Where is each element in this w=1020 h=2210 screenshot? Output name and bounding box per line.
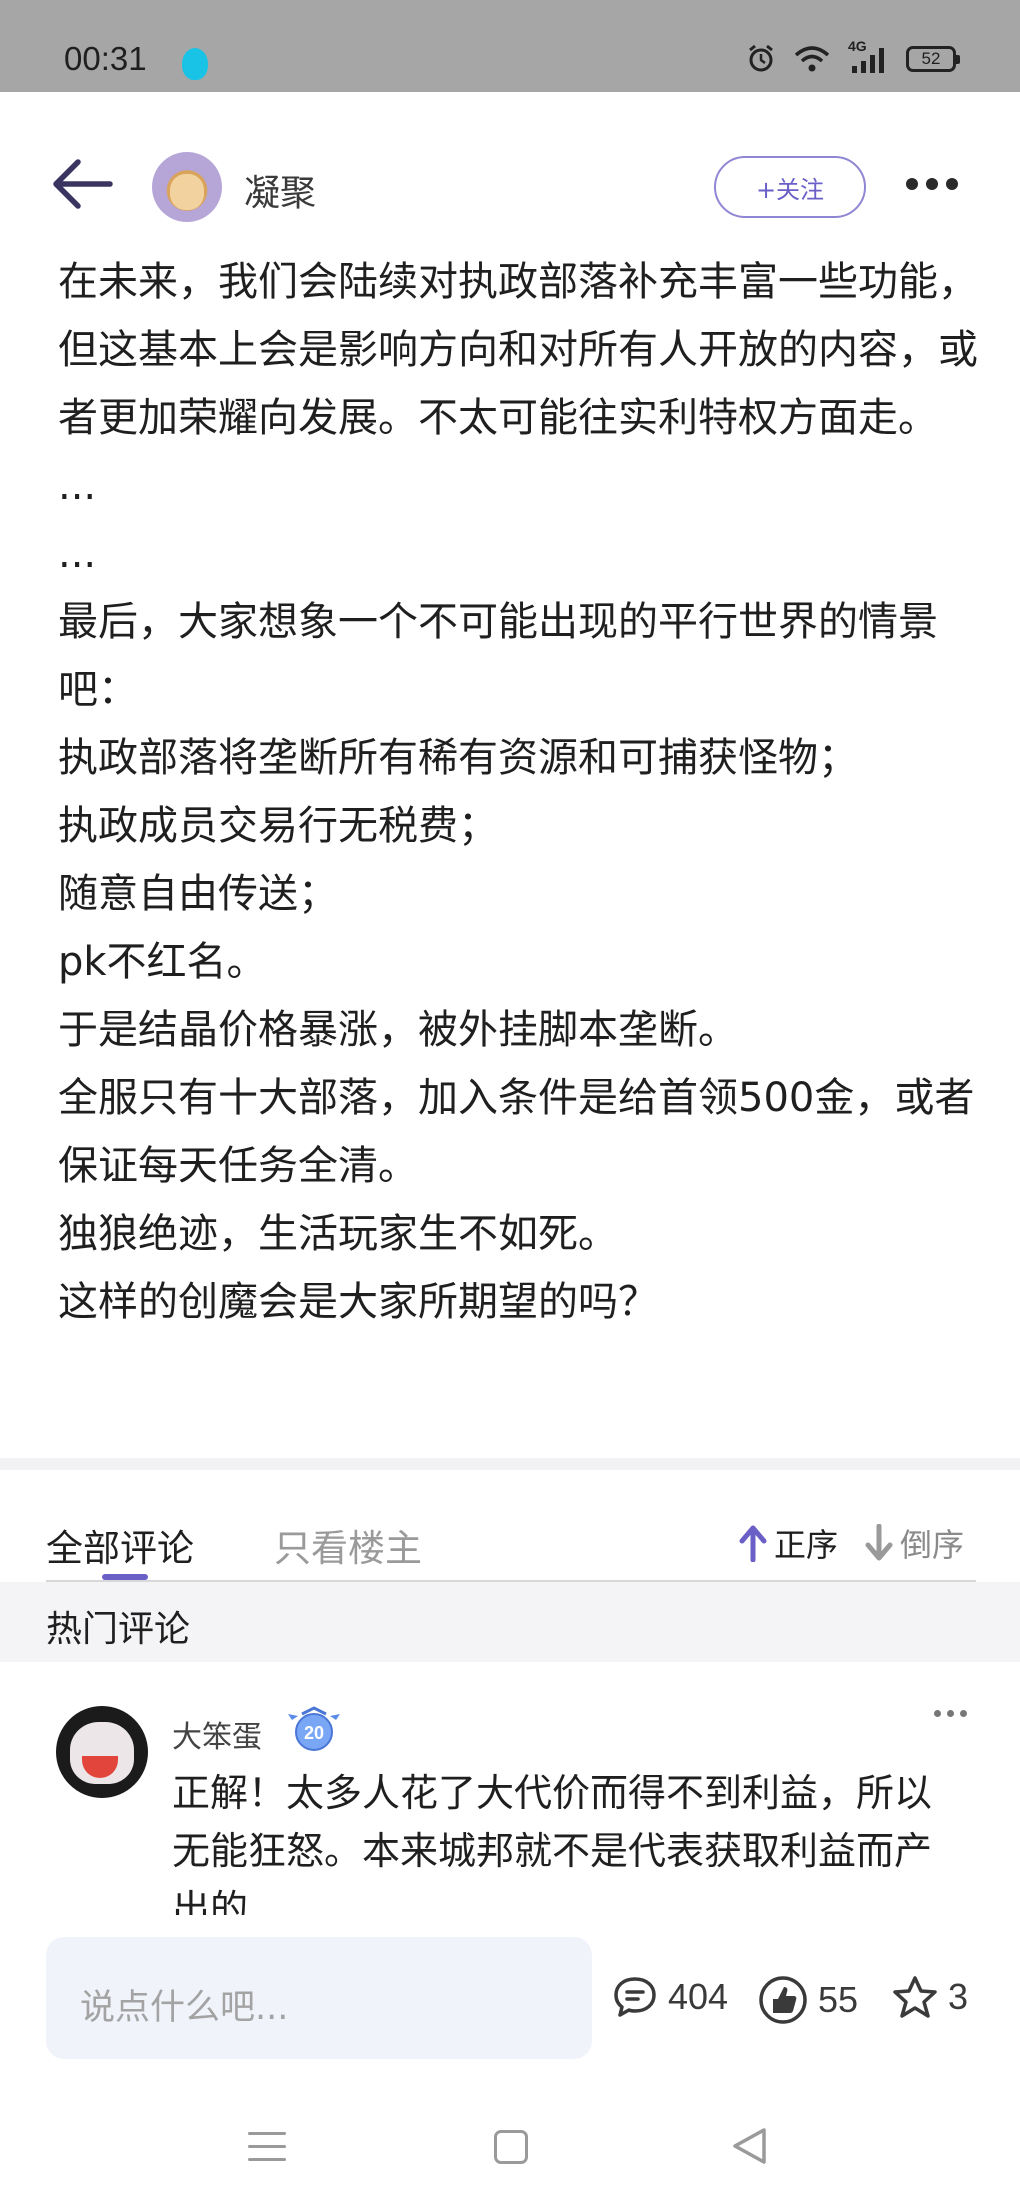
- status-icons: 4G 52: [746, 38, 960, 74]
- comment-input[interactable]: 说点什么吧...: [46, 1937, 592, 2059]
- post-paragraph: pk不红名。: [58, 939, 267, 985]
- comment-count-button[interactable]: 404: [612, 1975, 728, 2019]
- avatar-dog-image: [170, 174, 204, 210]
- comment-input-placeholder: 说点什么吧...: [80, 1988, 289, 2028]
- commenter-name[interactable]: 大笨蛋: [172, 1712, 262, 1756]
- thumbs-up-icon: [759, 1976, 807, 2024]
- like-count-button[interactable]: 55: [758, 1975, 858, 2025]
- favorite-count-button[interactable]: 3: [892, 1975, 968, 2019]
- bottom-action-bar: 说点什么吧... 404 55 3: [0, 1915, 1020, 2059]
- hot-comments-header: 热门评论: [0, 1582, 1020, 1662]
- alarm-icon: [749, 44, 773, 72]
- tab-all-comments[interactable]: 全部评论: [46, 1518, 194, 1572]
- tab-author-only[interactable]: 只看楼主: [274, 1518, 422, 1572]
- favorite-count: 3: [948, 1976, 969, 2017]
- post-paragraph: 执政部落将垄断所有稀有资源和可捕获怪物；: [58, 735, 858, 781]
- sort-descending-label: 倒序: [900, 1526, 965, 1564]
- arrow-down-icon: [865, 1524, 893, 1561]
- level-badge-icon: 20: [288, 1706, 340, 1751]
- comment-more-icon[interactable]: [934, 1710, 967, 1717]
- post-paragraph: 在未来，我们会陆续对执政部落补充丰富一些功能，但这基本上会是影响方向和对所有人开…: [58, 259, 978, 441]
- post-header: 凝聚 +关注: [0, 140, 1020, 230]
- author-avatar[interactable]: [152, 152, 222, 222]
- more-options-icon[interactable]: [906, 178, 958, 190]
- recent-apps-icon[interactable]: [248, 2132, 286, 2171]
- sort-ascending-label: 正序: [774, 1526, 839, 1564]
- section-divider: [0, 1458, 1020, 1470]
- nav-back-icon[interactable]: [730, 2126, 768, 2166]
- level-badge-number: 20: [304, 1723, 324, 1743]
- comment-text: 正解！太多人花了大代价而得不到利益，所以无能狂怒。本来城邦就不是代表获取利益而产…: [172, 1771, 933, 1915]
- post-paragraph: 执政成员交易行无税费；: [58, 803, 498, 849]
- post-paragraph: ...: [58, 463, 97, 509]
- post-paragraph: 随意自由传送；: [58, 871, 338, 917]
- comment-item: 大笨蛋 20 正解！太多人花了大代价而得不到利益，所以无能狂怒。本来城邦就不是代…: [0, 1700, 1020, 1915]
- sort-ascending-button[interactable]: 正序: [738, 1520, 838, 1566]
- post-paragraph: 于是结晶价格暴涨，被外挂脚本垄断。: [58, 1007, 738, 1053]
- home-icon[interactable]: [494, 2130, 528, 2164]
- comment-bubble-icon: [614, 1977, 656, 2017]
- status-bar: 00:31 4G 52: [0, 0, 1020, 92]
- sort-descending-button[interactable]: 倒序: [864, 1520, 964, 1566]
- post-paragraph: 全服只有十大部落，加入条件是给首领500金，或者保证每天任务全清。: [58, 1075, 975, 1189]
- post-paragraph: 独狼绝迹，生活玩家生不如死。: [58, 1211, 618, 1257]
- status-time: 00:31: [64, 40, 147, 77]
- back-arrow-icon[interactable]: [50, 156, 114, 212]
- system-nav-bar: [0, 2090, 1020, 2210]
- battery-icon: 52: [906, 46, 960, 72]
- wifi-icon: [794, 46, 830, 72]
- post-content: 在未来，我们会陆续对执政部落补充丰富一些功能，但这基本上会是影响方向和对所有人开…: [58, 248, 978, 1336]
- notification-icon: [182, 48, 208, 80]
- arrow-up-icon: [739, 1525, 767, 1562]
- like-count: 55: [818, 1979, 859, 2020]
- commenter-avatar[interactable]: [56, 1706, 148, 1798]
- comment-tabs: 全部评论 只看楼主 正序 倒序: [0, 1502, 1020, 1580]
- post-paragraph: 最后，大家想象一个不可能出现的平行世界的情景吧：: [58, 599, 938, 713]
- cellular-signal-icon: 4G: [848, 38, 888, 74]
- hot-comments-title: 热门评论: [46, 1609, 191, 1650]
- star-icon: [893, 1976, 937, 2018]
- post-paragraph: ...: [58, 531, 97, 577]
- follow-button[interactable]: +关注: [714, 156, 866, 218]
- comment-count: 404: [668, 1976, 729, 2017]
- post-paragraph: 这样的创魔会是大家所期望的吗？: [58, 1279, 658, 1325]
- author-name[interactable]: 凝聚: [244, 164, 316, 216]
